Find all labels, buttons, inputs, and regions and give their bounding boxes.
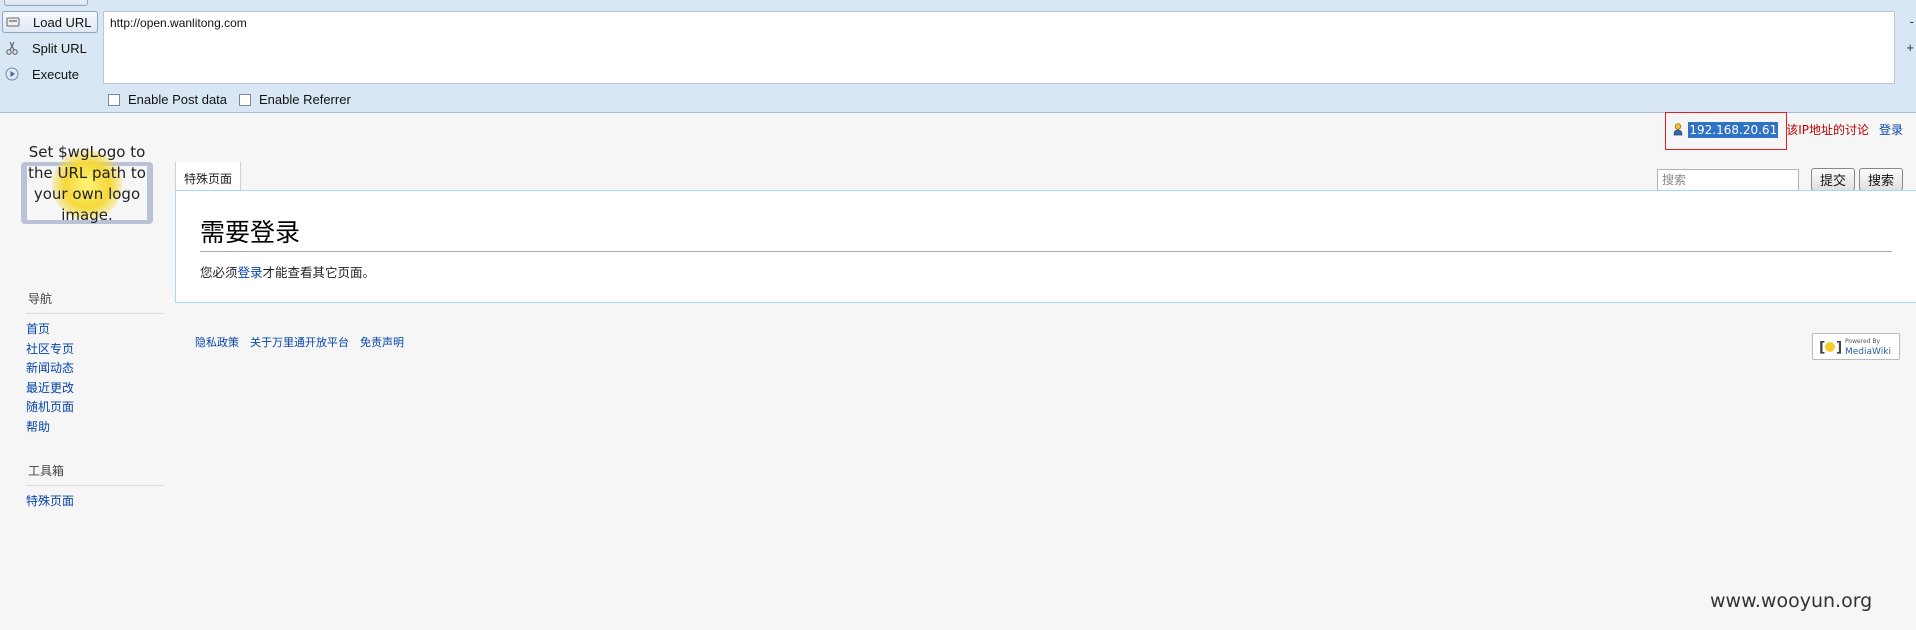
toolbox-item-special[interactable]: 特殊页面 (26, 492, 164, 512)
execute-label: Execute (32, 66, 79, 82)
hackbar-menu-button[interactable] (4, 0, 88, 6)
execute-button[interactable]: Execute (2, 63, 98, 85)
svg-text:]: ] (1836, 340, 1841, 355)
site-logo[interactable]: Set $wgLogo to the URL path to your own … (18, 140, 156, 252)
nav-item-news[interactable]: 新闻动态 (26, 359, 164, 379)
nav-item-community[interactable]: 社区专页 (26, 340, 164, 360)
scissors-icon (2, 38, 22, 58)
split-url-button[interactable]: Split URL (2, 37, 98, 59)
load-url-label: Load URL (33, 14, 92, 30)
referrer-checkbox-row[interactable]: Enable Referrer (239, 92, 351, 107)
footer-about-link[interactable]: 关于万里通开放平台 (250, 334, 349, 350)
nav-item-main-page[interactable]: 首页 (26, 320, 164, 340)
navigation-portal: 导航 首页 社区专页 新闻动态 最近更改 随机页面 帮助 (26, 290, 164, 437)
tab-special-page[interactable]: 特殊页面 (175, 162, 242, 191)
play-icon (2, 64, 22, 84)
referrer-checkbox[interactable] (239, 93, 251, 106)
split-url-label: Split URL (32, 40, 87, 56)
nav-item-recent-changes[interactable]: 最近更改 (26, 379, 164, 399)
logo-text: Set $wgLogo to the URL path to your own … (28, 143, 146, 224)
main-content: 需要登录 您必须登录才能查看其它页面。 (175, 190, 1916, 303)
navigation-heading: 导航 (26, 290, 164, 314)
powered-by-small: Powered By (1845, 337, 1881, 345)
nav-item-random[interactable]: 随机页面 (26, 398, 164, 418)
page-title: 需要登录 (200, 213, 1892, 252)
content-login-link[interactable]: 登录 (238, 265, 263, 280)
svg-text:[: [ (1819, 340, 1825, 355)
login-link[interactable]: 登录 (1879, 121, 1903, 138)
powered-by-mediawiki-badge[interactable]: [] Powered By MediaWiki (1812, 333, 1900, 360)
highlight-box (1665, 112, 1787, 150)
search-box: 提交 搜索 (1656, 168, 1903, 191)
post-data-label: Enable Post data (128, 92, 228, 107)
search-button[interactable]: 搜索 (1858, 168, 1903, 191)
post-data-checkbox-row[interactable]: Enable Post data (108, 92, 227, 107)
hackbar-toolbar: Load URL Split URL Execute http://open.w… (0, 0, 1916, 113)
footer-links: 隐私政策 关于万里通开放平台 免责声明 (195, 334, 404, 350)
expand-button[interactable]: + (1906, 40, 1914, 55)
footer-privacy-link[interactable]: 隐私政策 (195, 334, 239, 350)
nav-item-help[interactable]: 帮助 (26, 418, 164, 438)
toolbox-portal: 工具箱 特殊页面 (26, 462, 164, 512)
footer-disclaimer-link[interactable]: 免责声明 (360, 334, 404, 350)
load-url-icon (3, 12, 23, 32)
search-input[interactable] (1656, 168, 1799, 191)
post-data-checkbox[interactable] (108, 93, 120, 106)
text-after: 才能查看其它页面。 (262, 265, 376, 280)
go-button[interactable]: 提交 (1810, 168, 1855, 191)
powered-by-text: Powered By MediaWiki (1845, 337, 1891, 357)
ip-talk-link[interactable]: 该IP地址的讨论 (1786, 121, 1869, 138)
page-tabs: 特殊页面 (175, 162, 242, 191)
powered-by-big: MediaWiki (1845, 346, 1891, 357)
mediawiki-icon: [] (1819, 338, 1841, 356)
text-before: 您必须 (200, 265, 238, 280)
load-url-button[interactable]: Load URL (2, 11, 98, 33)
referrer-label: Enable Referrer (259, 92, 351, 107)
watermark: www.wooyun.org (1710, 590, 1873, 612)
url-textarea[interactable]: http://open.wanlitong.com (103, 11, 1895, 84)
toolbox-heading: 工具箱 (26, 462, 164, 486)
login-required-text: 您必须登录才能查看其它页面。 (200, 262, 375, 281)
shrink-button[interactable]: - (1910, 14, 1914, 29)
